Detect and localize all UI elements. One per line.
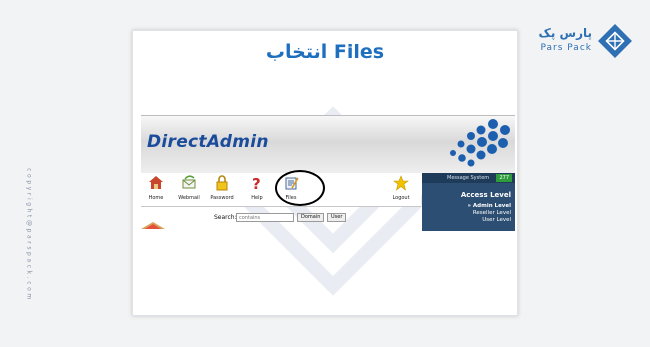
svg-text:?: ? [252, 175, 261, 191]
search-domain-button[interactable]: Domain [297, 213, 325, 222]
nav-logout-label: Logout [392, 195, 410, 201]
message-system-bar[interactable]: Message System 277 [422, 173, 515, 183]
nav-password-label: Password [210, 195, 234, 201]
directadmin-logo: DirectAdmin [147, 132, 269, 152]
nav-home-label: Home [148, 195, 164, 201]
nav-webmail[interactable]: Webmail [171, 175, 207, 201]
directadmin-header: DirectAdmin [141, 115, 515, 173]
access-level-title: Access Level [460, 191, 511, 199]
nav-password[interactable]: Password [204, 175, 240, 201]
nav-logout[interactable]: Logout [383, 175, 419, 201]
home-icon [149, 176, 163, 189]
search-input[interactable] [236, 213, 294, 222]
directadmin-screenshot: DirectAdmin Home Webmail Password ? Help… [141, 115, 515, 315]
search-user-button[interactable]: User [327, 213, 347, 222]
user-level-link[interactable]: User Level [482, 217, 511, 223]
slide-card: انتخاب Files DirectAdmin Home Webmail Pa… [132, 30, 518, 316]
message-count-badge: 277 [496, 174, 512, 182]
logout-star-icon [393, 175, 409, 191]
nav-help-label: Help [251, 195, 263, 201]
search-label: Search: [214, 214, 237, 221]
copyright-text: copyright@parspack.com [25, 168, 33, 302]
admin-level-link[interactable]: » Admin Level [467, 203, 511, 209]
folder-corner-icon [141, 222, 165, 229]
slide-title: انتخاب Files [265, 41, 385, 63]
brand-name-en: Pars Pack [540, 43, 592, 53]
message-system-label: Message System [447, 175, 490, 181]
nav-webmail-label: Webmail [178, 195, 200, 201]
parspack-logo-icon [598, 24, 632, 58]
bubbles-decoration-icon [450, 119, 510, 167]
brand-name-fa: پارس پک [538, 26, 592, 40]
reseller-level-link[interactable]: Reseller Level [473, 210, 511, 216]
webmail-icon [182, 175, 196, 189]
files-highlight-circle [275, 170, 325, 206]
nav-home[interactable]: Home [138, 175, 174, 201]
nav-help[interactable]: ? Help [239, 175, 275, 201]
copyright-vertical: copyright@parspack.com [22, 150, 36, 320]
password-lock-icon [216, 175, 228, 191]
access-level-panel: Message System 277 Access Level » Admin … [422, 173, 515, 231]
brand: پارس پک Pars Pack [522, 24, 632, 64]
help-icon: ? [252, 175, 261, 191]
